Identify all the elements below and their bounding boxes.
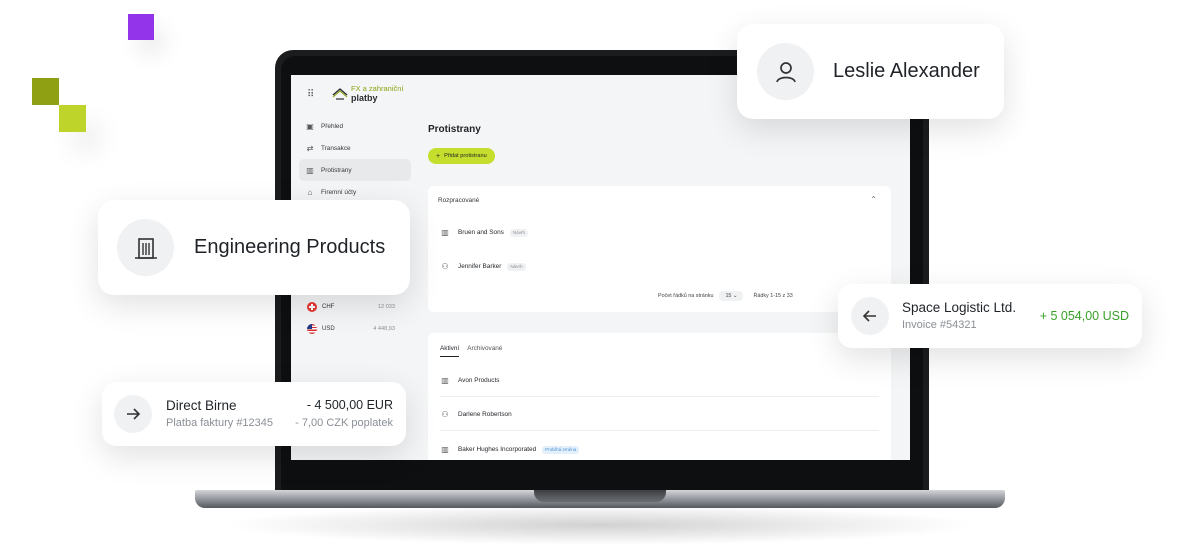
divider bbox=[440, 430, 879, 431]
transaction-subtitle: Invoice #54321 bbox=[902, 319, 977, 331]
account-chf[interactable]: CHF 12 033 bbox=[307, 302, 395, 312]
status-badge: Návrh bbox=[507, 262, 526, 271]
rows-per-page-label: Počet řádků na stránku bbox=[658, 293, 714, 299]
page-title: Protistrany bbox=[428, 124, 481, 135]
building-icon: ▥ bbox=[306, 165, 314, 175]
plus-icon: + bbox=[436, 152, 441, 160]
chevron-down-icon: ⌄ bbox=[732, 293, 738, 299]
app-grid-icon[interactable]: ⠿ bbox=[307, 89, 314, 100]
laptop-shadow bbox=[220, 505, 980, 545]
row-name: Jennifer Barker bbox=[458, 263, 502, 270]
app-logo[interactable]: FX a zahraniční platby bbox=[331, 83, 411, 105]
contact-name: Leslie Alexander bbox=[833, 60, 980, 82]
arrow-right-icon bbox=[114, 395, 152, 433]
avatar bbox=[117, 219, 174, 276]
list-item[interactable]: ▥ Avon Products bbox=[440, 376, 499, 385]
add-button-label: Přidat protistranu bbox=[444, 153, 487, 159]
sidebar-nav: ▣ Přehled ⇄ Transakce ▥ Protistrany ⌂ Fi… bbox=[299, 115, 411, 203]
account-amount: 4 448,93 bbox=[373, 326, 395, 332]
sidebar-item-label: Přehled bbox=[321, 122, 344, 130]
transaction-amount: - 4 500,00 EUR bbox=[306, 398, 393, 412]
building-icon bbox=[134, 237, 157, 259]
rows-per-page-value: 15 bbox=[725, 293, 732, 299]
transaction-subtitle: Platba faktury #12345 bbox=[166, 417, 274, 429]
divider bbox=[440, 396, 879, 397]
account-amount: 12 033 bbox=[377, 304, 395, 310]
drafts-heading: Rozpracované bbox=[438, 197, 480, 204]
transaction-fee: - 7,00 CZK poplatek bbox=[295, 417, 393, 429]
bank-icon: ⌂ bbox=[307, 187, 313, 197]
logo-top-text: FX a zahraniční bbox=[351, 84, 404, 93]
transaction-title: Direct Birne bbox=[166, 398, 237, 413]
counterparties-card: Aktivní Archivované ▥ Avon Products ⚇ Da… bbox=[428, 333, 891, 460]
transfer-icon: ⇄ bbox=[306, 143, 314, 153]
dashboard-icon: ▣ bbox=[306, 121, 314, 131]
status-badge: Probíhá změna bbox=[542, 445, 580, 454]
building-icon: ▥ bbox=[441, 228, 449, 237]
chevron-up-icon[interactable]: ⌃ bbox=[870, 195, 877, 204]
list-item[interactable]: ⚇ Darlene Robertson bbox=[440, 410, 512, 419]
decor-square-purple bbox=[128, 14, 154, 40]
row-name: Avon Products bbox=[458, 377, 500, 384]
list-item[interactable]: ▥ Baker Hughes Incorporated Probíhá změn… bbox=[440, 445, 580, 454]
rows-per-page-select[interactable]: 15 ⌄ bbox=[719, 291, 744, 301]
sidebar-item-prehled[interactable]: ▣ Přehled bbox=[299, 115, 411, 137]
sidebar-item-label: Protistrany bbox=[321, 166, 352, 174]
tab-aktivni[interactable]: Aktivní bbox=[440, 345, 460, 357]
person-icon: ⚇ bbox=[441, 262, 449, 271]
transaction-card-direct-birne[interactable]: Direct Birne Platba faktury #12345 - 4 5… bbox=[102, 382, 406, 446]
sidebar-item-transakce[interactable]: ⇄ Transakce bbox=[299, 137, 411, 159]
arrow-left-icon bbox=[851, 297, 889, 335]
add-counterparty-button[interactable]: + Přidat protistranu bbox=[428, 148, 495, 164]
rows-range: Řádky 1-15 z 33 bbox=[753, 293, 793, 299]
row-name: Darlene Robertson bbox=[458, 411, 512, 418]
account-usd[interactable]: USD 4 448,93 bbox=[307, 324, 395, 334]
building-icon: ▥ bbox=[441, 445, 449, 454]
avatar bbox=[757, 43, 814, 100]
row-name: Bruen and Sons bbox=[458, 229, 504, 236]
list-item[interactable]: ▥ Bruen and Sons Návrh bbox=[440, 228, 529, 237]
stage: ⠿ FX a zahraniční platby ▣ Přehled ⇄ Tra… bbox=[0, 0, 1200, 560]
decor-square-olive bbox=[32, 78, 59, 105]
contact-card-engineering[interactable]: Engineering Products bbox=[98, 200, 410, 295]
transaction-title: Space Logistic Ltd. bbox=[902, 300, 1017, 315]
transaction-amount: + 5 054,00 USD bbox=[1039, 309, 1129, 323]
transaction-card-space-logistic[interactable]: Space Logistic Ltd. Invoice #54321 + 5 0… bbox=[838, 284, 1142, 348]
person-icon bbox=[775, 61, 796, 82]
pagination: Počet řádků na stránku 15 ⌄ Řádky 1-15 z… bbox=[658, 291, 793, 301]
swiss-flag-icon bbox=[307, 302, 317, 312]
logo-bottom-text: platby bbox=[351, 93, 378, 103]
sidebar-item-protistrany[interactable]: ▥ Protistrany bbox=[299, 159, 411, 181]
contact-name: Engineering Products bbox=[194, 236, 386, 258]
list-item[interactable]: ⚇ Jennifer Barker Návrh bbox=[440, 262, 526, 271]
drafts-card: Rozpracované ⌃ ▥ Bruen and Sons Návrh ⚇ … bbox=[428, 186, 891, 312]
contact-card-leslie[interactable]: Leslie Alexander bbox=[737, 24, 1004, 119]
account-currency: CHF bbox=[322, 304, 335, 310]
person-icon: ⚇ bbox=[441, 410, 449, 419]
tab-archivovane[interactable]: Archivované bbox=[467, 345, 502, 357]
us-flag-icon bbox=[307, 324, 317, 334]
account-currency: USD bbox=[322, 326, 335, 332]
decor-square-lime bbox=[59, 105, 86, 132]
row-name: Baker Hughes Incorporated bbox=[458, 446, 537, 453]
laptop-notch bbox=[534, 490, 666, 502]
logo-mark-icon bbox=[332, 88, 348, 100]
status-badge: Návrh bbox=[509, 228, 529, 237]
building-icon: ▥ bbox=[441, 376, 449, 385]
tabs: Aktivní Archivované bbox=[440, 345, 510, 357]
main-content: Protistrany + Přidat protistranu Rozprac… bbox=[428, 75, 898, 460]
sidebar-item-label: Transakce bbox=[321, 144, 351, 152]
sidebar-item-label: Firemní účty bbox=[321, 188, 357, 196]
